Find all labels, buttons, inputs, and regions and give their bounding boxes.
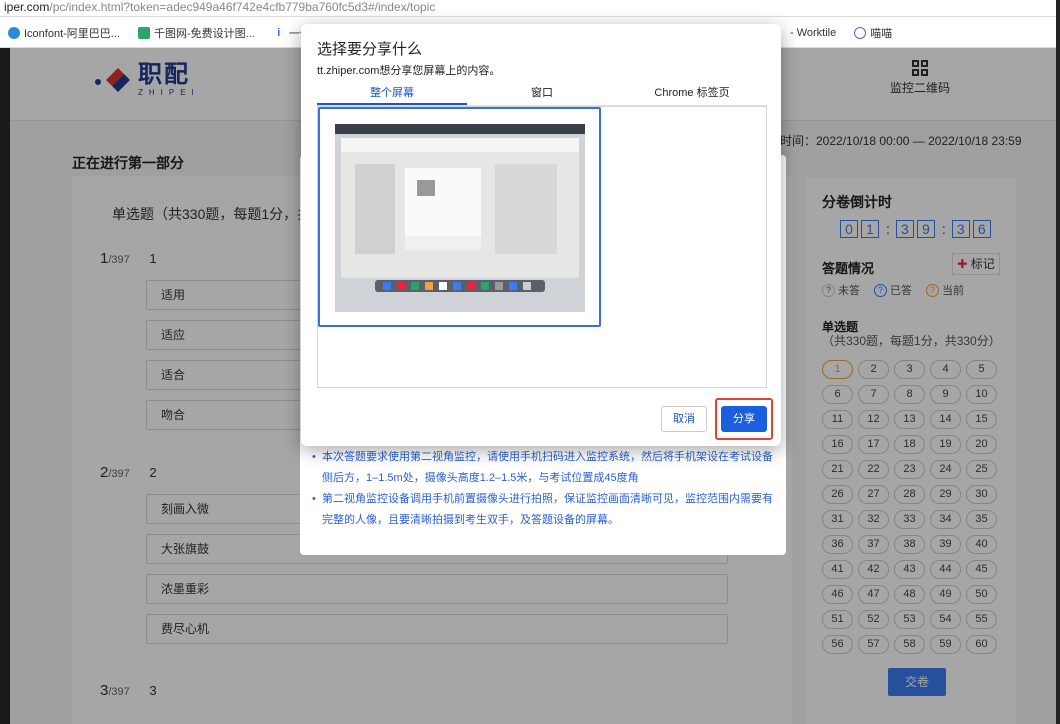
picker-subtitle: tt.zhiper.com想分享您屏幕上的内容。: [317, 65, 501, 77]
bookmark-worktile[interactable]: - Worktile: [790, 27, 836, 39]
bookmark-iconfont[interactable]: Iconfont-阿里巴巴...: [8, 25, 120, 41]
tab-entire-screen[interactable]: 整个屏幕: [317, 82, 467, 105]
cancel-button[interactable]: 取消: [661, 406, 707, 432]
info-icon: i: [272, 26, 285, 39]
tab-chrome-tab[interactable]: Chrome 标签页: [617, 82, 767, 105]
bookmark-label: 千图网-免费设计图...: [153, 27, 255, 40]
tab-window[interactable]: 窗口: [467, 82, 617, 105]
url-path: /pc/index.html?token=adec949a46f742e4cfb…: [49, 0, 436, 14]
window-edge: [0, 48, 10, 724]
address-bar[interactable]: iper.com/pc/index.html?token=adec949a46f…: [0, 0, 1060, 17]
screen-thumbnail: [335, 124, 585, 312]
bookmark-label: Iconfont-阿里巴巴...: [24, 27, 120, 40]
share-button-highlight: 分享: [715, 398, 773, 440]
qiantu-icon: [137, 26, 150, 39]
picker-tabs: 整个屏幕 窗口 Chrome 标签页: [317, 82, 767, 106]
picker-title: 选择要分享什么: [317, 41, 423, 58]
url-host: iper.com: [4, 0, 50, 14]
instruction-item: 第二视角监控设备调用手机前置摄像头进行拍照，保证监控画面清晰可见，监控范围内需要…: [312, 489, 776, 531]
bookmark-label: 喵喵: [870, 28, 893, 40]
iconfont-icon: [8, 26, 20, 39]
screen-share-picker: 选择要分享什么 tt.zhiper.com想分享您屏幕上的内容。 整个屏幕 窗口…: [301, 24, 781, 446]
screen-thumbnail-option[interactable]: [318, 107, 601, 327]
bookmark-qiantu[interactable]: 千图网-免费设计图...: [137, 25, 255, 41]
instructions-list: 本次答题要求使用第二视角监控，请使用手机扫码进入监控系统，然后将手机架设在考试设…: [312, 447, 776, 531]
window-edge: [1056, 0, 1060, 724]
picker-actions: 取消 分享: [661, 398, 773, 440]
source-list: [317, 106, 767, 388]
share-button[interactable]: 分享: [721, 406, 767, 432]
miaomiao-icon: [854, 27, 867, 39]
bookmark-miaomiao[interactable]: 喵喵: [854, 25, 892, 41]
instruction-item: 本次答题要求使用第二视角监控，请使用手机扫码进入监控系统，然后将手机架设在考试设…: [312, 447, 776, 489]
